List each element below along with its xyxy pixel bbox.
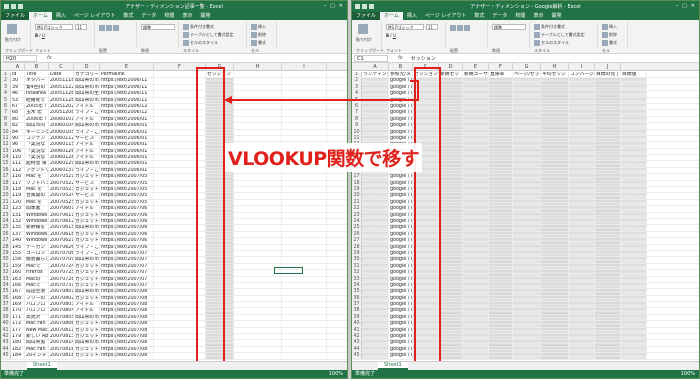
quick-access-toolbar[interactable] bbox=[1, 3, 23, 9]
maximize-icon[interactable]: □ bbox=[330, 3, 335, 9]
redo-icon[interactable] bbox=[18, 3, 23, 9]
redo-icon[interactable] bbox=[369, 3, 374, 9]
undo-icon[interactable] bbox=[11, 3, 16, 9]
vlookup-callout: VLOOKUP関数で移す bbox=[225, 143, 423, 172]
minimize-icon[interactable]: – bbox=[324, 3, 327, 9]
close-icon[interactable]: ✕ bbox=[339, 3, 343, 9]
quick-access-toolbar[interactable] bbox=[352, 3, 374, 9]
minimize-icon[interactable]: – bbox=[676, 3, 679, 9]
annotation-arrow bbox=[224, 80, 419, 104]
close-icon[interactable]: ✕ bbox=[691, 3, 695, 9]
maximize-icon[interactable]: □ bbox=[682, 3, 687, 9]
undo-icon[interactable] bbox=[362, 3, 367, 9]
save-icon[interactable] bbox=[4, 3, 9, 9]
save-icon[interactable] bbox=[355, 3, 360, 9]
arrow-head bbox=[224, 96, 232, 104]
arrow-line bbox=[228, 80, 419, 101]
